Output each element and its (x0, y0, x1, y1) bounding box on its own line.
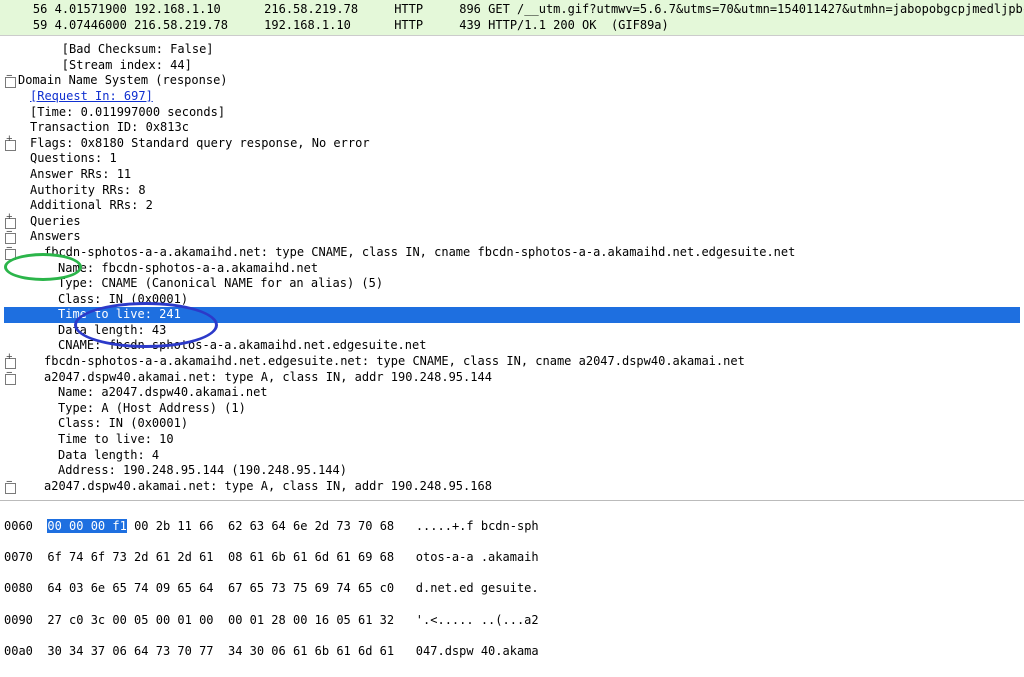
detail-line: [Stream index: 44] (4, 58, 1020, 74)
answer-cname2-node[interactable]: fbcdn-sphotos-a-a.akamaihd.net.edgesuite… (4, 354, 1020, 370)
ttl-selected[interactable]: Time to live: 241 (4, 307, 1020, 323)
hex-row: 0080 64 03 6e 65 74 09 65 64 67 65 73 75… (4, 581, 1020, 597)
hex-row: 00a0 30 34 37 06 64 73 70 77 34 30 06 61… (4, 644, 1020, 660)
packet-details-pane[interactable]: [Bad Checksum: False] [Stream index: 44]… (0, 42, 1024, 494)
detail-line: Authority RRs: 8 (4, 183, 1020, 199)
detail-line: Transaction ID: 0x813c (4, 120, 1020, 136)
detail-line: Address: 190.248.95.144 (190.248.95.144) (4, 463, 1020, 479)
hex-row: 0060 00 00 00 f1 00 2b 11 66 62 63 64 6e… (4, 519, 1020, 535)
detail-line: Additional RRs: 2 (4, 198, 1020, 214)
answer-a2-node[interactable]: a2047.dspw40.akamai.net: type A, class I… (4, 479, 1020, 495)
detail-line: Answer RRs: 11 (4, 167, 1020, 183)
detail-line: [Bad Checksum: False] (4, 42, 1020, 58)
detail-line: Questions: 1 (4, 151, 1020, 167)
detail-line: CNAME: fbcdn-sphotos-a-a.akamaihd.net.ed… (4, 338, 1020, 354)
detail-line: Name: fbcdn-sphotos-a-a.akamaihd.net (4, 261, 1020, 277)
hex-dump-pane[interactable]: 0060 00 00 00 f1 00 2b 11 66 62 63 64 6e… (0, 500, 1024, 677)
detail-line: [Time: 0.011997000 seconds] (4, 105, 1020, 121)
hex-row: 0070 6f 74 6f 73 2d 61 2d 61 08 61 6b 61… (4, 550, 1020, 566)
packet-row[interactable]: 59 4.07446000 216.58.219.78 192.168.1.10… (0, 18, 1024, 34)
packet-list[interactable]: 56 4.01571900 192.168.1.10 216.58.219.78… (0, 0, 1024, 36)
detail-line: Class: IN (0x0001) (4, 416, 1020, 432)
hex-row: 0090 27 c0 3c 00 05 00 01 00 00 01 28 00… (4, 613, 1020, 629)
detail-line: Time to live: 10 (4, 432, 1020, 448)
answer-cname-node[interactable]: fbcdn-sphotos-a-a.akamaihd.net: type CNA… (4, 245, 1020, 261)
detail-line: Class: IN (0x0001) (4, 292, 1020, 308)
hex-selected-bytes: 00 00 00 f1 (47, 519, 126, 533)
detail-line: Type: A (Host Address) (1) (4, 401, 1020, 417)
detail-line: Type: CNAME (Canonical NAME for an alias… (4, 276, 1020, 292)
answer-a1-node[interactable]: a2047.dspw40.akamai.net: type A, class I… (4, 370, 1020, 386)
request-link[interactable]: [Request In: 697] (30, 89, 153, 103)
dns-response-node[interactable]: Domain Name System (response) (4, 73, 1020, 89)
detail-line: Data length: 4 (4, 448, 1020, 464)
flags-node[interactable]: Flags: 0x8180 Standard query response, N… (4, 136, 1020, 152)
detail-line: Data length: 43 (4, 323, 1020, 339)
detail-line: Name: a2047.dspw40.akamai.net (4, 385, 1020, 401)
answers-node[interactable]: Answers (4, 229, 1020, 245)
queries-node[interactable]: Queries (4, 214, 1020, 230)
packet-row[interactable]: 56 4.01571900 192.168.1.10 216.58.219.78… (0, 2, 1024, 18)
